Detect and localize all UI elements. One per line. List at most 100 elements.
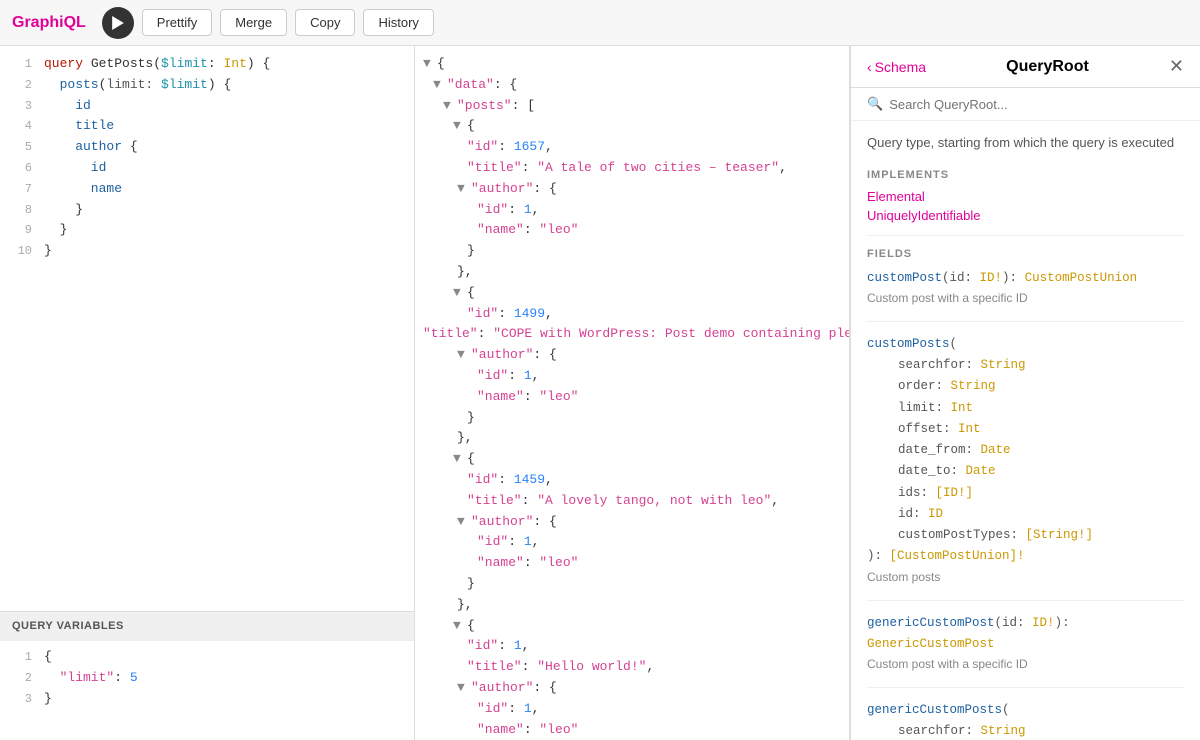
collapse-arrow[interactable]: ▼ xyxy=(433,75,443,96)
docs-description: Query type, starting from which the quer… xyxy=(867,133,1184,153)
query-variables-header[interactable]: QUERY VARIABLES xyxy=(0,611,414,640)
collapse-arrow[interactable]: ▼ xyxy=(453,616,463,637)
response-line: "id": 1657, xyxy=(415,137,849,158)
collapse-arrow[interactable]: ▼ xyxy=(457,512,467,533)
response-line: "title": "Hello world!", xyxy=(415,657,849,678)
editor-line: 9 } xyxy=(0,220,414,241)
query-panel: 1 query GetPosts($limit: Int) { 2 posts(… xyxy=(0,46,415,740)
collapse-arrow[interactable]: ▼ xyxy=(457,345,467,366)
field-item-generic-custom-post: genericCustomPost(id: ID!): GenericCusto… xyxy=(867,613,1184,672)
response-line: "id": 1459, xyxy=(415,470,849,491)
response-line: } xyxy=(415,408,849,429)
docs-close-button[interactable]: ✕ xyxy=(1169,56,1184,77)
collapse-arrow[interactable]: ▼ xyxy=(423,54,433,75)
docs-divider xyxy=(867,687,1184,688)
response-line: ▼ "data": { xyxy=(415,75,849,96)
docs-back-label: Schema xyxy=(875,59,926,75)
docs-panel: ‹ Schema QueryRoot ✕ 🔍 Query type, start… xyxy=(850,46,1200,740)
main-layout: 1 query GetPosts($limit: Int) { 2 posts(… xyxy=(0,46,1200,740)
play-icon xyxy=(111,16,125,30)
editor-line: 2 posts(limit: $limit) { xyxy=(0,75,414,96)
query-editor[interactable]: 1 query GetPosts($limit: Int) { 2 posts(… xyxy=(0,46,414,611)
field-desc: Custom posts xyxy=(867,570,1184,584)
response-line: }, xyxy=(415,595,849,616)
vars-line: 2 "limit": 5 xyxy=(0,668,414,689)
response-line: ▼ "author": { xyxy=(415,512,849,533)
response-line: "id": 1, xyxy=(415,532,849,553)
collapse-arrow[interactable]: ▼ xyxy=(453,283,463,304)
response-line: ▼ { xyxy=(415,116,849,137)
collapse-arrow[interactable]: ▼ xyxy=(443,96,453,117)
response-line: "id": 1, xyxy=(415,366,849,387)
response-line: ▼ { xyxy=(415,283,849,304)
response-line: ▼ { xyxy=(415,449,849,470)
response-line: "id": 1, xyxy=(415,699,849,720)
collapse-arrow[interactable]: ▼ xyxy=(457,179,467,200)
docs-body[interactable]: Query type, starting from which the quer… xyxy=(851,121,1200,740)
field-item-custom-post: customPost(id: ID!): CustomPostUnion Cus… xyxy=(867,268,1184,305)
response-line: }, xyxy=(415,262,849,283)
vars-line: 3 } xyxy=(0,689,414,710)
copy-button[interactable]: Copy xyxy=(295,9,355,36)
response-line: ▼ "posts": [ xyxy=(415,96,849,117)
response-line: "name": "leo" xyxy=(415,387,849,408)
response-line: "id": 1, xyxy=(415,200,849,221)
response-line: "name": "leo" xyxy=(415,720,849,740)
response-line: "id": 1499, xyxy=(415,304,849,325)
editor-line: 3 id xyxy=(0,96,414,117)
docs-link-elemental[interactable]: Elemental xyxy=(867,189,1184,204)
response-line: "name": "leo" xyxy=(415,220,849,241)
docs-back-button[interactable]: ‹ Schema xyxy=(867,59,926,75)
response-line: ▼ { xyxy=(415,54,849,75)
response-line: ▼ "author": { xyxy=(415,179,849,200)
docs-implements-title: IMPLEMENTS xyxy=(867,169,1184,181)
merge-button[interactable]: Merge xyxy=(220,9,287,36)
docs-search-container: 🔍 xyxy=(851,88,1200,121)
editor-line: 1 query GetPosts($limit: Int) { xyxy=(0,54,414,75)
editor-line: 5 author { xyxy=(0,137,414,158)
docs-divider xyxy=(867,600,1184,601)
response-line: } xyxy=(415,241,849,262)
response-panel[interactable]: ▼ { ▼ "data": { ▼ "posts": [ ▼ { "id": 1… xyxy=(415,46,850,740)
response-line: }, xyxy=(415,428,849,449)
field-desc: Custom post with a specific ID xyxy=(867,657,1184,671)
collapse-arrow[interactable]: ▼ xyxy=(453,116,463,137)
field-item-custom-posts: customPosts( searchfor: String order: St… xyxy=(867,334,1184,584)
response-line: ▼ { xyxy=(415,616,849,637)
response-line: "title": "COPE with WordPress: Post demo… xyxy=(415,324,849,345)
response-line: "title": "A lovely tango, not with leo", xyxy=(415,491,849,512)
docs-divider xyxy=(867,321,1184,322)
search-icon: 🔍 xyxy=(867,96,883,112)
docs-search-input[interactable] xyxy=(889,97,1184,112)
field-desc: Custom post with a specific ID xyxy=(867,291,1184,305)
response-line: ▼ "author": { xyxy=(415,345,849,366)
field-name[interactable]: customPosts xyxy=(867,337,950,351)
app-title: GraphiQL xyxy=(12,14,86,32)
field-name[interactable]: genericCustomPost xyxy=(867,616,995,630)
field-item-generic-custom-posts: genericCustomPosts( searchfor: String xyxy=(867,700,1184,740)
collapse-arrow[interactable]: ▼ xyxy=(457,678,467,699)
response-line: "title": "A tale of two cities – teaser"… xyxy=(415,158,849,179)
field-name[interactable]: genericCustomPosts xyxy=(867,703,1002,717)
response-line: "id": 1, xyxy=(415,636,849,657)
docs-header: ‹ Schema QueryRoot ✕ xyxy=(851,46,1200,88)
query-variables-body[interactable]: 1 { 2 "limit": 5 3 } xyxy=(0,640,414,740)
response-line: } xyxy=(415,574,849,595)
vars-line: 1 { xyxy=(0,647,414,668)
prettify-button[interactable]: Prettify xyxy=(142,9,212,36)
response-line: "name": "leo" xyxy=(415,553,849,574)
field-name[interactable]: customPost xyxy=(867,271,942,285)
editor-line: 10 } xyxy=(0,241,414,262)
collapse-arrow[interactable]: ▼ xyxy=(453,449,463,470)
response-line: ▼ "author": { xyxy=(415,678,849,699)
header: GraphiQL Prettify Merge Copy History xyxy=(0,0,1200,46)
editor-line: 8 } xyxy=(0,200,414,221)
editor-line: 7 name xyxy=(0,179,414,200)
docs-fields-title: FIELDS xyxy=(867,248,1184,260)
chevron-left-icon: ‹ xyxy=(867,59,872,75)
run-button[interactable] xyxy=(102,7,134,39)
docs-divider xyxy=(867,235,1184,236)
history-button[interactable]: History xyxy=(363,9,433,36)
docs-link-uniquely[interactable]: UniquelyIdentifiable xyxy=(867,208,1184,223)
docs-title: QueryRoot xyxy=(932,58,1163,76)
